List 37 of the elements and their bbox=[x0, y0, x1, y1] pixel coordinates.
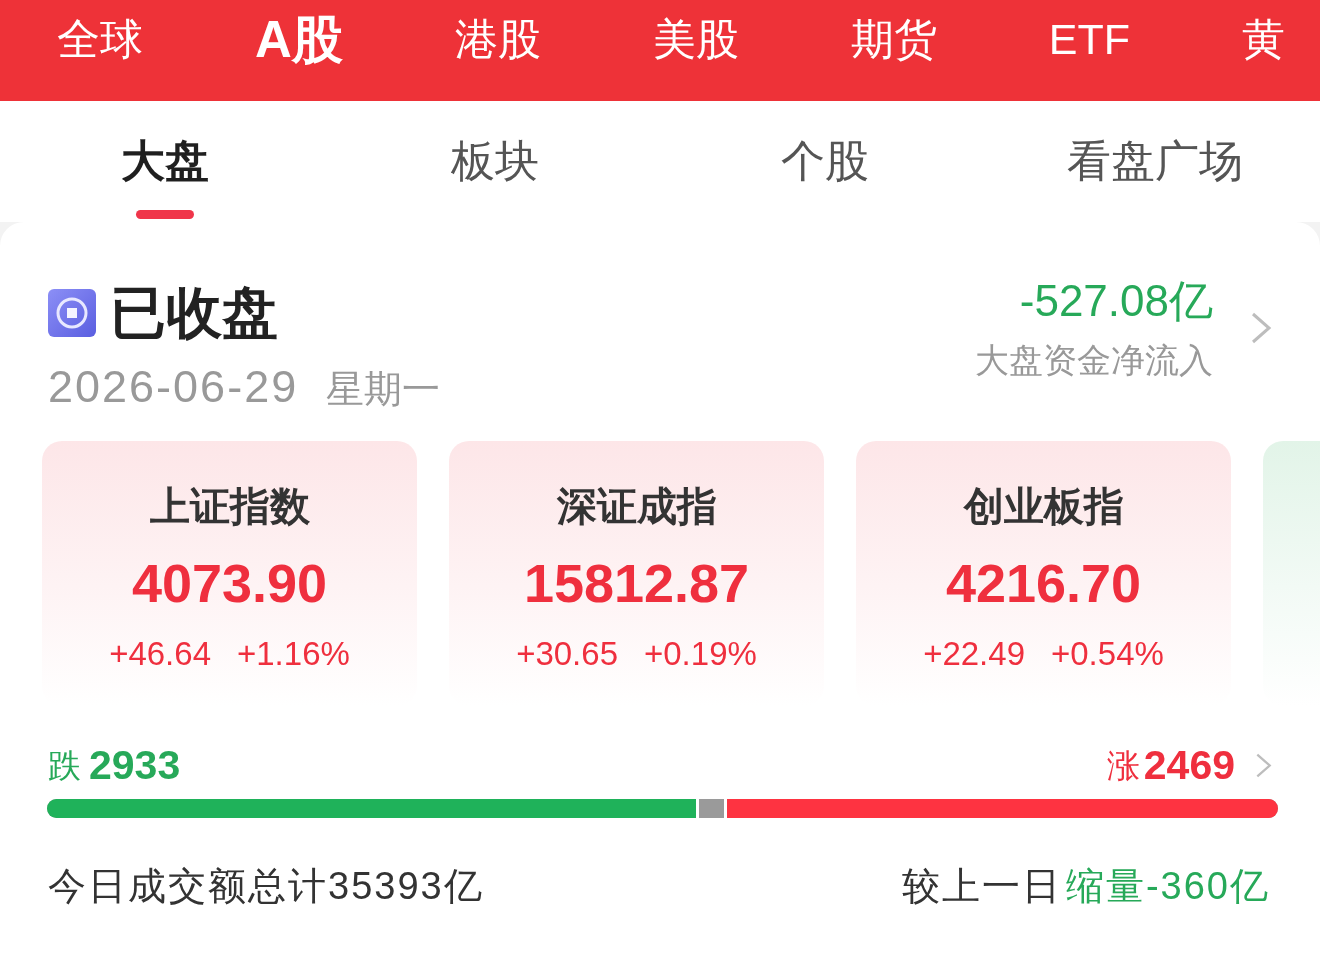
view-tab[interactable]: 板块 bbox=[330, 101, 660, 222]
index-change: +22.49 bbox=[923, 637, 1025, 670]
compare-label: 较上一日 bbox=[901, 867, 1062, 905]
view-tab[interactable]: 大盘 bbox=[0, 101, 330, 222]
fall-label: 跌 bbox=[48, 749, 81, 782]
market-tab[interactable]: 全球 bbox=[57, 18, 143, 61]
rise-label: 涨 bbox=[1106, 749, 1140, 782]
turnover-total: 今日成交额总计35393亿 bbox=[48, 867, 484, 905]
index-value: 15812.87 bbox=[523, 556, 750, 610]
chevron-right-icon[interactable] bbox=[1250, 311, 1272, 345]
fall-count: 2933 bbox=[89, 745, 181, 786]
market-tab[interactable]: 港股 bbox=[454, 18, 541, 61]
fund-flow-label: 大盘资金净流入 bbox=[975, 343, 1213, 377]
index-value: 4216.70 bbox=[945, 556, 1142, 610]
fund-flow-value: -527.08亿 bbox=[1019, 279, 1213, 323]
index-change-percent: +0.54% bbox=[1051, 637, 1164, 670]
volume-change: 缩量-360亿 bbox=[1065, 867, 1270, 905]
index-name: 创业板指 bbox=[963, 486, 1124, 526]
chevron-right-icon[interactable] bbox=[1255, 751, 1272, 780]
view-tab[interactable]: 看盘广场 bbox=[990, 101, 1320, 222]
index-value: 4073.90 bbox=[131, 556, 328, 610]
index-change-percent: +1.16% bbox=[237, 637, 350, 670]
rise-count: 2469 bbox=[1143, 745, 1235, 786]
market-status: 已收盘 bbox=[110, 285, 278, 341]
index-change: +46.64 bbox=[109, 637, 211, 670]
trade-date: 2026-06-29 bbox=[48, 364, 299, 409]
weekday: 星期一 bbox=[326, 370, 441, 408]
market-tab[interactable]: A股 bbox=[255, 14, 343, 65]
index-change: +30.65 bbox=[516, 637, 618, 670]
market-tab[interactable]: 黄 bbox=[1242, 18, 1286, 61]
view-tab[interactable]: 个股 bbox=[660, 101, 990, 222]
market-tab[interactable]: 美股 bbox=[652, 18, 739, 61]
index-change-percent: +0.19% bbox=[644, 637, 757, 670]
index-name: 深证成指 bbox=[556, 486, 717, 526]
index-name: 上证指数 bbox=[149, 486, 310, 526]
market-tab[interactable]: ETF bbox=[1048, 18, 1131, 61]
market-tab[interactable]: 期货 bbox=[850, 18, 937, 61]
